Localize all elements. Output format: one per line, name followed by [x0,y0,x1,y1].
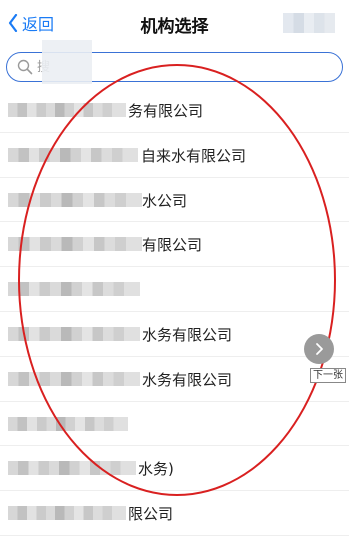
list-item[interactable]: 水务) [0,446,349,492]
redacted-text [8,282,140,297]
item-text: 务有限公司 [128,102,204,120]
list-item[interactable]: 水务有限公司 [0,357,349,402]
list-item[interactable] [0,267,349,312]
list-item[interactable]: 自来水有限公司 [0,133,349,178]
next-image-button[interactable] [304,334,334,364]
chevron-right-icon [316,343,323,355]
search-icon [17,59,33,75]
list-item[interactable]: 限公司 [0,491,349,536]
redacted-text [8,147,138,162]
redacted-text [8,416,128,431]
item-text: 限公司 [128,505,174,524]
item-text: 水务有限公司 [142,370,233,389]
list-item[interactable]: 水公司 [0,178,349,223]
item-text: 自来水有限公司 [141,146,247,165]
list-item[interactable]: 水务有限公司 [0,312,349,357]
next-image-tooltip: 下一张 [310,368,346,383]
list-item[interactable]: 有限公司 [0,222,349,268]
redacted-text [8,506,126,521]
redacted-text [8,461,136,476]
list-item[interactable]: 务有限公司 [0,88,349,133]
redacted-text [8,326,140,341]
search-redaction [42,40,92,84]
redacted-text [8,103,126,117]
redacted-text [8,192,142,207]
item-text: 有限公司 [142,236,203,255]
item-text: 水务有限公司 [142,325,233,344]
institution-list: 务有限公司 自来水有限公司 水公司 有限公司 水务有限公司 水务有限公司 水务)… [0,88,349,536]
item-text: 水务) [138,460,174,479]
redacted-text [8,371,140,386]
item-text: 水公司 [142,191,188,210]
nav-right-redacted [283,13,335,33]
list-item[interactable] [0,402,349,447]
redacted-text [8,237,142,252]
